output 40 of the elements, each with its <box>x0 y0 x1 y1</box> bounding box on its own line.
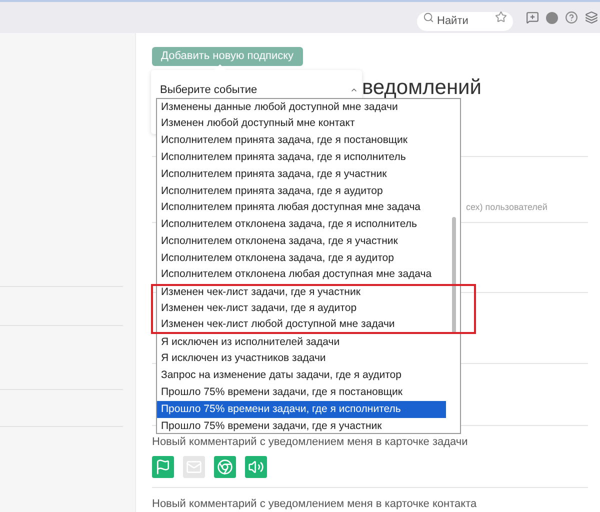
channel-toggle[interactable] <box>183 456 205 478</box>
mail-icon <box>186 458 202 475</box>
search-field[interactable]: Найти <box>417 12 513 30</box>
event-option[interactable]: Прошло 75% времени задачи, где я участник <box>157 418 446 435</box>
chat-icon[interactable] <box>526 11 539 24</box>
event-option[interactable]: Исполнителем отклонена задача, где я исполнитель <box>157 216 446 234</box>
channel-toggle[interactable] <box>245 456 267 478</box>
event-option[interactable]: Прошло 75% времени задачи, где я исполнитель <box>157 401 446 418</box>
search-icon <box>423 12 434 23</box>
event-option[interactable]: Изменен чек-лист задачи, где я участник <box>151 284 476 301</box>
event-option[interactable]: Изменены данные любой доступной мне задачи <box>157 99 446 116</box>
channel-toggle[interactable] <box>152 456 174 478</box>
event-option[interactable]: Прошло 75% времени задачи, где я постановщик <box>157 384 446 402</box>
page-heading: ведомлений <box>362 76 482 100</box>
event-option[interactable]: Запрос на изменение даты задачи, где я аудитор <box>157 368 446 385</box>
scrollbar-thumb[interactable] <box>452 217 456 333</box>
caret-icon <box>350 86 358 94</box>
event-option[interactable]: Исполнителем отклонена задача, где я участник <box>157 233 446 250</box>
event-option[interactable]: Я исключен из исполнителей задачи <box>157 334 446 351</box>
star-icon[interactable] <box>495 11 507 23</box>
event-option[interactable]: Исполнителем принята задача, где я постановщик <box>157 132 446 150</box>
event-select[interactable]: Выберите событие <box>160 82 358 98</box>
event-option[interactable]: Исполнителем принята задача, где я аудитор <box>157 182 446 200</box>
event-option[interactable]: Я исключен из участников задачи <box>157 350 446 368</box>
flag-icon <box>155 458 171 475</box>
event-option[interactable]: Изменен любой доступный мне контакт <box>157 116 446 133</box>
event-option[interactable]: Исполнителем отклонена любая доступная мне задача <box>157 266 446 284</box>
event-option[interactable]: Исполнителем отклонена задача, где я аудитор <box>157 250 446 267</box>
event-option[interactable]: Исполнителем принята любая доступная мне задача <box>157 200 446 217</box>
layers-icon[interactable] <box>585 11 598 24</box>
event-option[interactable]: Изменен чек-лист любой доступной мне задачи <box>151 317 476 334</box>
help-icon[interactable] <box>565 11 578 24</box>
event-option[interactable]: Исполнителем принята задача, где я участник <box>157 166 446 183</box>
channel-toggle[interactable] <box>214 456 236 478</box>
section-title: Новый комментарий с уведомлением меня в карточке контакта <box>152 496 478 512</box>
description-text: сех) пользователей <box>466 200 548 214</box>
speaker-icon <box>248 458 264 475</box>
browser-icon <box>217 458 233 475</box>
event-option[interactable]: Исполнителем принята задача, где я исполнитель <box>157 149 446 166</box>
section-title: Новый комментарий с уведомлением меня в карточке задачи <box>152 435 469 450</box>
